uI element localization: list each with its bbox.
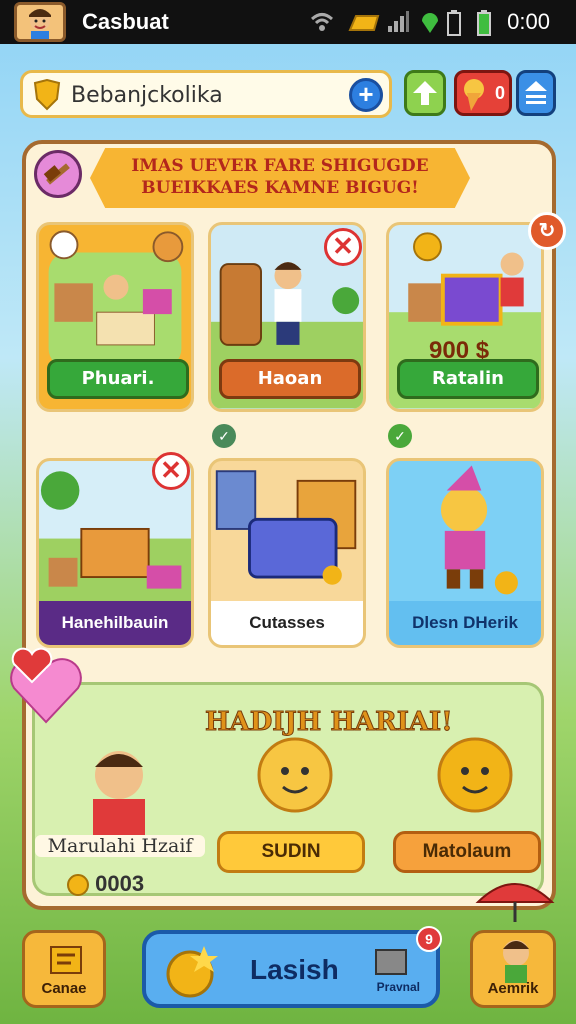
launch-label: Lasish xyxy=(250,954,339,985)
card-phuari[interactable]: Phuari. xyxy=(36,222,194,412)
daily-bonus-panel: HADIJH HARIAI! Marulahi Hzaif 0003 SUDIN… xyxy=(32,682,544,897)
location-icon xyxy=(418,10,440,34)
notification-badge: 9 xyxy=(416,926,442,952)
gold-bar-icon xyxy=(346,10,380,34)
banner-line-2: BUEIKKAES KAMNE BIGUG! xyxy=(141,178,419,198)
signal-icon xyxy=(386,10,409,34)
umbrella-icon xyxy=(474,872,556,927)
launch-sublabel: Pravnal xyxy=(376,980,420,994)
check-icon: ✓ xyxy=(212,424,236,448)
event-banner: IMAS UEVER FARE SHIGUGDE BUEIKKAES KAMNE… xyxy=(90,148,470,208)
player-name-text: Bebanjckolika xyxy=(71,83,223,108)
close-icon[interactable]: ✕ xyxy=(152,452,190,490)
nav-label: Canae xyxy=(41,980,87,997)
refresh-icon[interactable]: ↻ xyxy=(528,212,566,250)
claim-button[interactable]: SUDIN xyxy=(217,831,365,873)
app-title: Casbuat xyxy=(82,9,169,34)
card-ratalin[interactable]: 900 $ Ratalin xyxy=(386,222,544,412)
player-name-field[interactable]: Bebanjckolika + xyxy=(20,70,392,118)
small-heart-icon xyxy=(10,646,54,691)
nav-canae-button[interactable]: Canae xyxy=(22,930,106,1008)
battery-icon xyxy=(446,10,462,36)
card-cutasses[interactable]: Cutasses xyxy=(208,458,366,648)
hammer-icon[interactable] xyxy=(34,150,82,198)
card-label: Ratalin xyxy=(397,359,539,399)
check-icon: ✓ xyxy=(388,424,412,448)
download-button[interactable] xyxy=(404,70,446,116)
coin-icon xyxy=(67,874,89,897)
clock: 0:00 xyxy=(507,9,550,34)
nav-aemrik-button[interactable]: Aemrik xyxy=(470,930,556,1008)
card-label: Cutasses xyxy=(211,601,363,645)
ice-cream-shop-button[interactable]: 0 xyxy=(454,70,512,116)
upload-menu-button[interactable] xyxy=(516,70,556,116)
card-label: Phuari. xyxy=(47,359,189,399)
add-button[interactable]: + xyxy=(349,78,383,112)
coin-balance: 0003 xyxy=(67,871,144,897)
card-label: Dlesn DHerik xyxy=(389,601,541,645)
shield-icon xyxy=(31,78,63,116)
card-label: Haoan xyxy=(219,359,361,399)
coin-amount: 0003 xyxy=(95,871,145,896)
launch-button[interactable]: Lasish Pravnal xyxy=(142,930,440,1008)
notification-count: 0 xyxy=(495,83,506,103)
player-name: Marulahi Hzaif xyxy=(35,835,205,857)
banner-line-1: IMAS UEVER FARE SHIGUGDE xyxy=(131,156,429,176)
close-icon[interactable]: ✕ xyxy=(324,228,362,266)
profile-avatar[interactable] xyxy=(14,2,66,42)
nav-label: Aemrik xyxy=(487,980,539,997)
charging-battery-icon xyxy=(476,10,492,36)
card-label: Hanehilbauin xyxy=(39,601,191,645)
collect-button[interactable]: Matolaum xyxy=(393,831,541,873)
card-dlesn-dherik[interactable]: Dlesn DHerik xyxy=(386,458,544,648)
wifi-icon xyxy=(310,10,334,34)
status-bar: Casbuat 0:00 xyxy=(0,0,576,44)
